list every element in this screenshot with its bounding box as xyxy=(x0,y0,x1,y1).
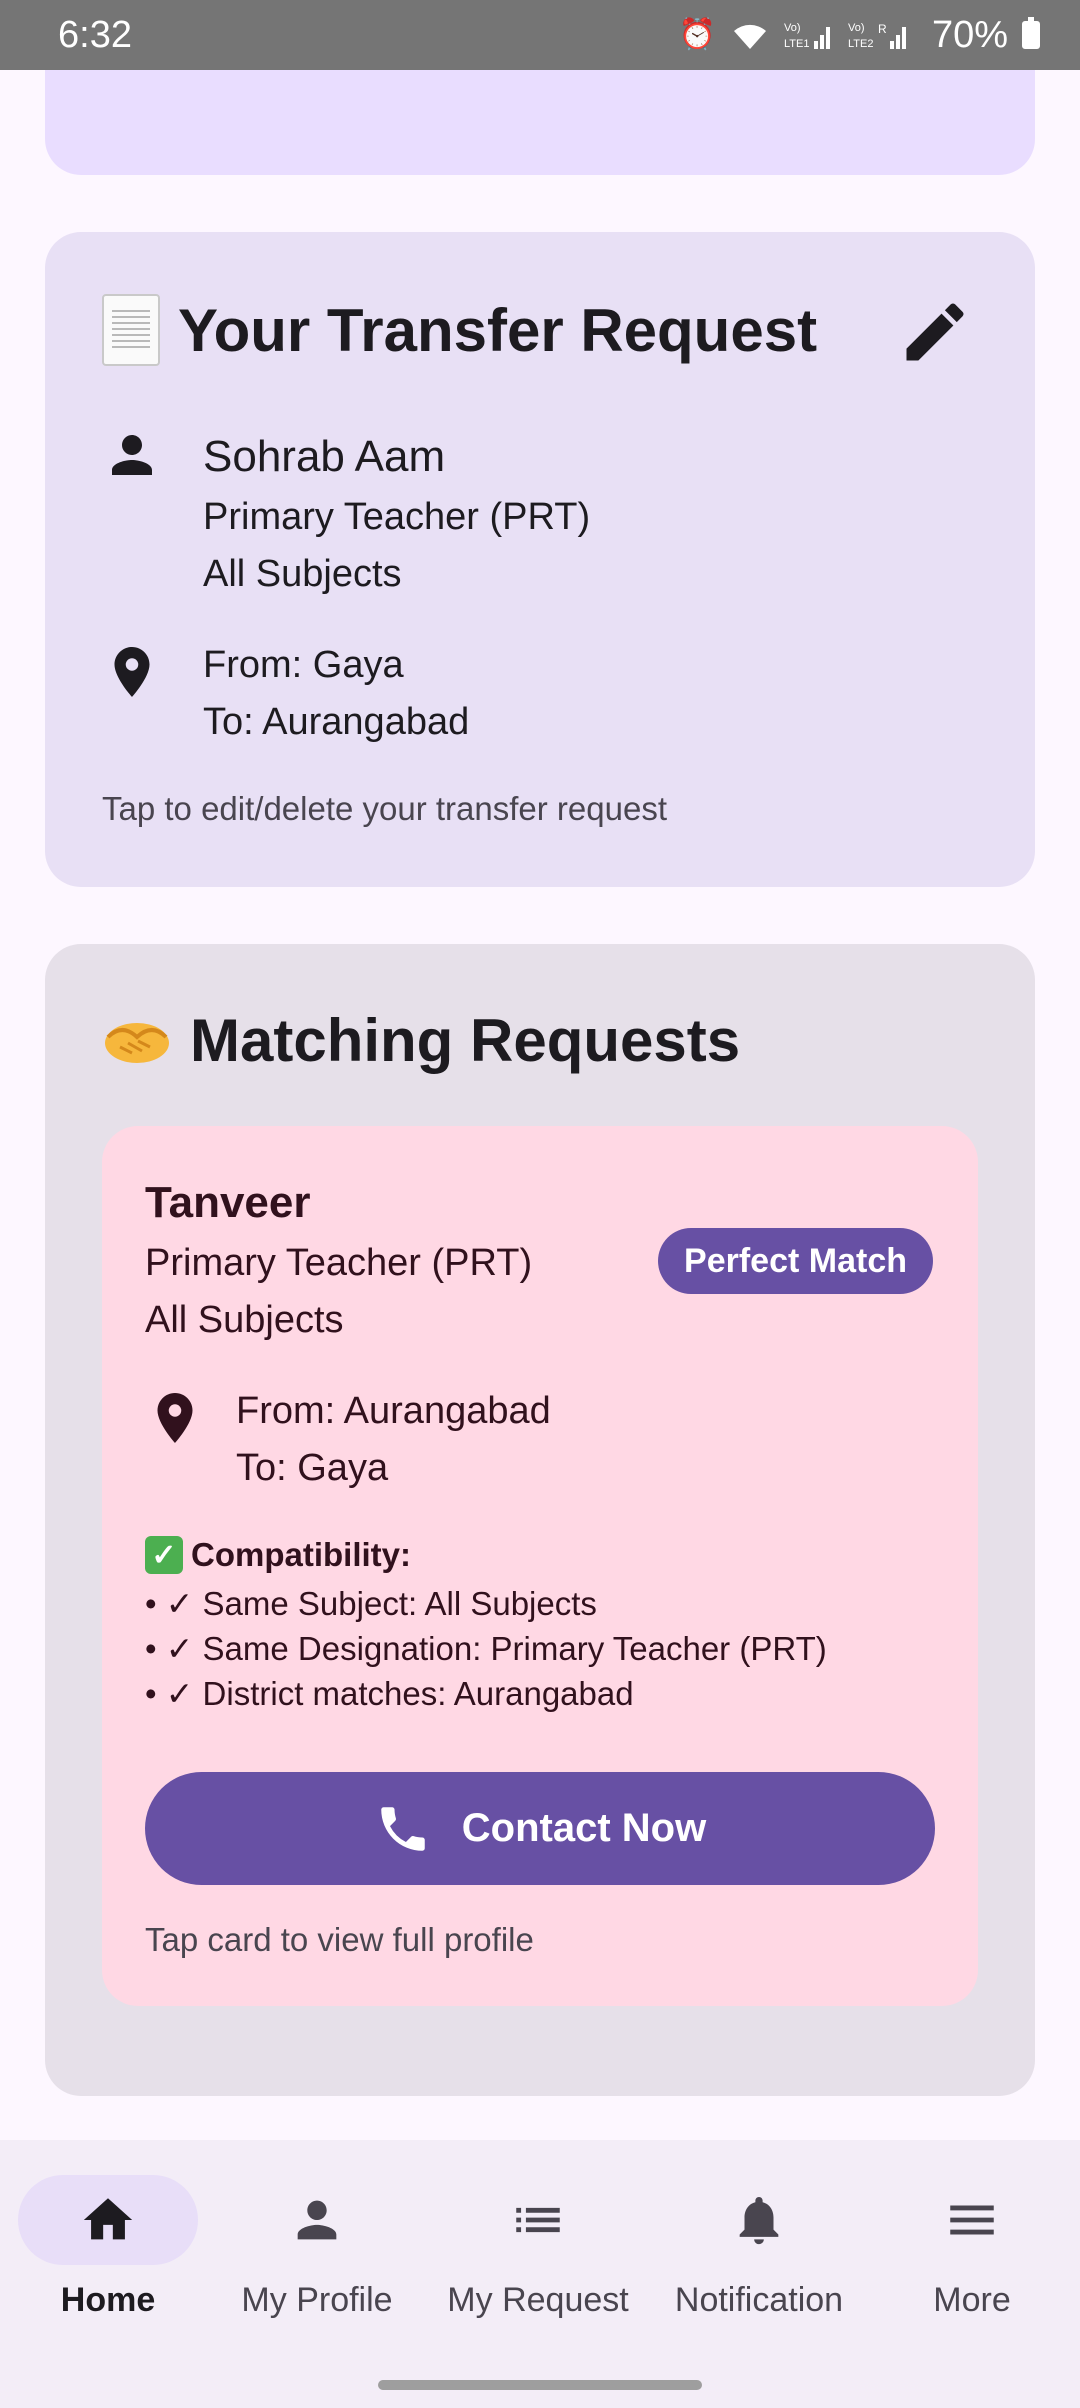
nav-label-my-profile: My Profile xyxy=(241,2281,393,2319)
transfer-edit-hint: Tap to edit/delete your transfer request xyxy=(102,790,667,827)
nav-label-notification: Notification xyxy=(674,2281,844,2319)
wifi-icon xyxy=(733,24,766,49)
location-pin-icon xyxy=(114,647,150,697)
requester-subject: All Subjects xyxy=(203,553,402,595)
phone-icon xyxy=(381,1806,425,1851)
status-time: 6:32 xyxy=(58,13,132,56)
contact-now-label: Contact Now xyxy=(461,1806,707,1850)
location-pin-icon xyxy=(157,1393,193,1443)
nav-label-more: More xyxy=(933,2281,1011,2319)
requester-name: Sohrab Aam xyxy=(203,432,446,481)
match-to: To: Gaya xyxy=(236,1447,389,1489)
check-mark-icon: ✓ xyxy=(145,1536,183,1574)
match-card-hint: Tap card to view full profile xyxy=(145,1921,534,1958)
svg-text:LTE1: LTE1 xyxy=(784,38,809,50)
bottom-navigation: Home My Profile My Request Notification xyxy=(0,2140,1080,2368)
compatibility-item: • ✓ Same Designation: Primary Teacher (P… xyxy=(145,1630,827,1667)
transfer-from: From: Gaya xyxy=(203,644,404,686)
transfer-to: To: Aurangabad xyxy=(203,701,470,743)
match-name: Tanveer xyxy=(145,1178,311,1227)
person-icon xyxy=(297,2200,337,2240)
svg-text:Vo): Vo) xyxy=(784,22,801,34)
nav-label-my-request: My Request xyxy=(447,2281,629,2319)
compatibility-item: • ✓ District matches: Aurangabad xyxy=(145,1675,634,1712)
alarm-icon: ⏰ xyxy=(678,18,716,51)
transfer-request-card[interactable]: Your Transfer Request Sohrab Aam Primary… xyxy=(45,232,1035,887)
handshake-icon xyxy=(105,1022,169,1063)
status-icons: ⏰ Vo) LTE1 Vo) LTE2 R 70% xyxy=(679,14,1040,57)
svg-text:LTE2: LTE2 xyxy=(848,38,873,50)
battery-percent: 70% xyxy=(931,13,1008,56)
perfect-match-badge: Perfect Match xyxy=(658,1228,933,1294)
signal-lte1-icon: Vo) LTE1 xyxy=(784,22,830,50)
person-icon xyxy=(112,435,152,475)
signal-lte2-icon: Vo) LTE2 R xyxy=(848,22,906,50)
match-designation: Primary Teacher (PRT) xyxy=(145,1242,533,1284)
nav-label-home: Home xyxy=(60,2281,156,2319)
compatibility-item: • ✓ Same Subject: All Subjects xyxy=(145,1585,597,1622)
matching-requests-title: Matching Requests xyxy=(102,1006,740,1075)
home-indicator[interactable] xyxy=(378,2380,702,2390)
battery-icon xyxy=(1022,17,1040,49)
svg-text:R: R xyxy=(878,22,887,36)
bell-icon xyxy=(739,2197,779,2245)
home-icon xyxy=(83,2198,133,2240)
match-subject: All Subjects xyxy=(145,1299,344,1341)
svg-text:Vo): Vo) xyxy=(848,22,865,34)
matching-requests-card: Matching Requests Tanveer Primary Teache… xyxy=(45,944,1035,2096)
nav-item-my-profile[interactable]: My Profile xyxy=(209,2175,425,2345)
menu-icon xyxy=(950,2205,994,2235)
match-from: From: Aurangabad xyxy=(236,1390,551,1432)
nav-item-more[interactable]: More xyxy=(864,2175,1080,2345)
nav-item-notification[interactable]: Notification xyxy=(651,2175,867,2345)
transfer-request-title: Your Transfer Request xyxy=(102,294,817,366)
compatibility-title: ✓ Compatibility: xyxy=(145,1536,411,1574)
page-document-icon xyxy=(102,294,160,366)
previous-card xyxy=(45,70,1035,175)
match-card[interactable]: Tanveer Primary Teacher (PRT) All Subjec… xyxy=(102,1126,978,2006)
edit-icon[interactable] xyxy=(897,294,973,370)
contact-now-button[interactable]: Contact Now xyxy=(145,1772,935,1885)
nav-item-home[interactable]: Home xyxy=(0,2175,216,2345)
status-bar: 6:32 ⏰ Vo) LTE1 Vo) LTE2 R 70% xyxy=(0,0,1080,70)
list-icon xyxy=(516,2207,560,2233)
requester-designation: Primary Teacher (PRT) xyxy=(203,496,591,538)
nav-item-my-request[interactable]: My Request xyxy=(430,2175,646,2345)
